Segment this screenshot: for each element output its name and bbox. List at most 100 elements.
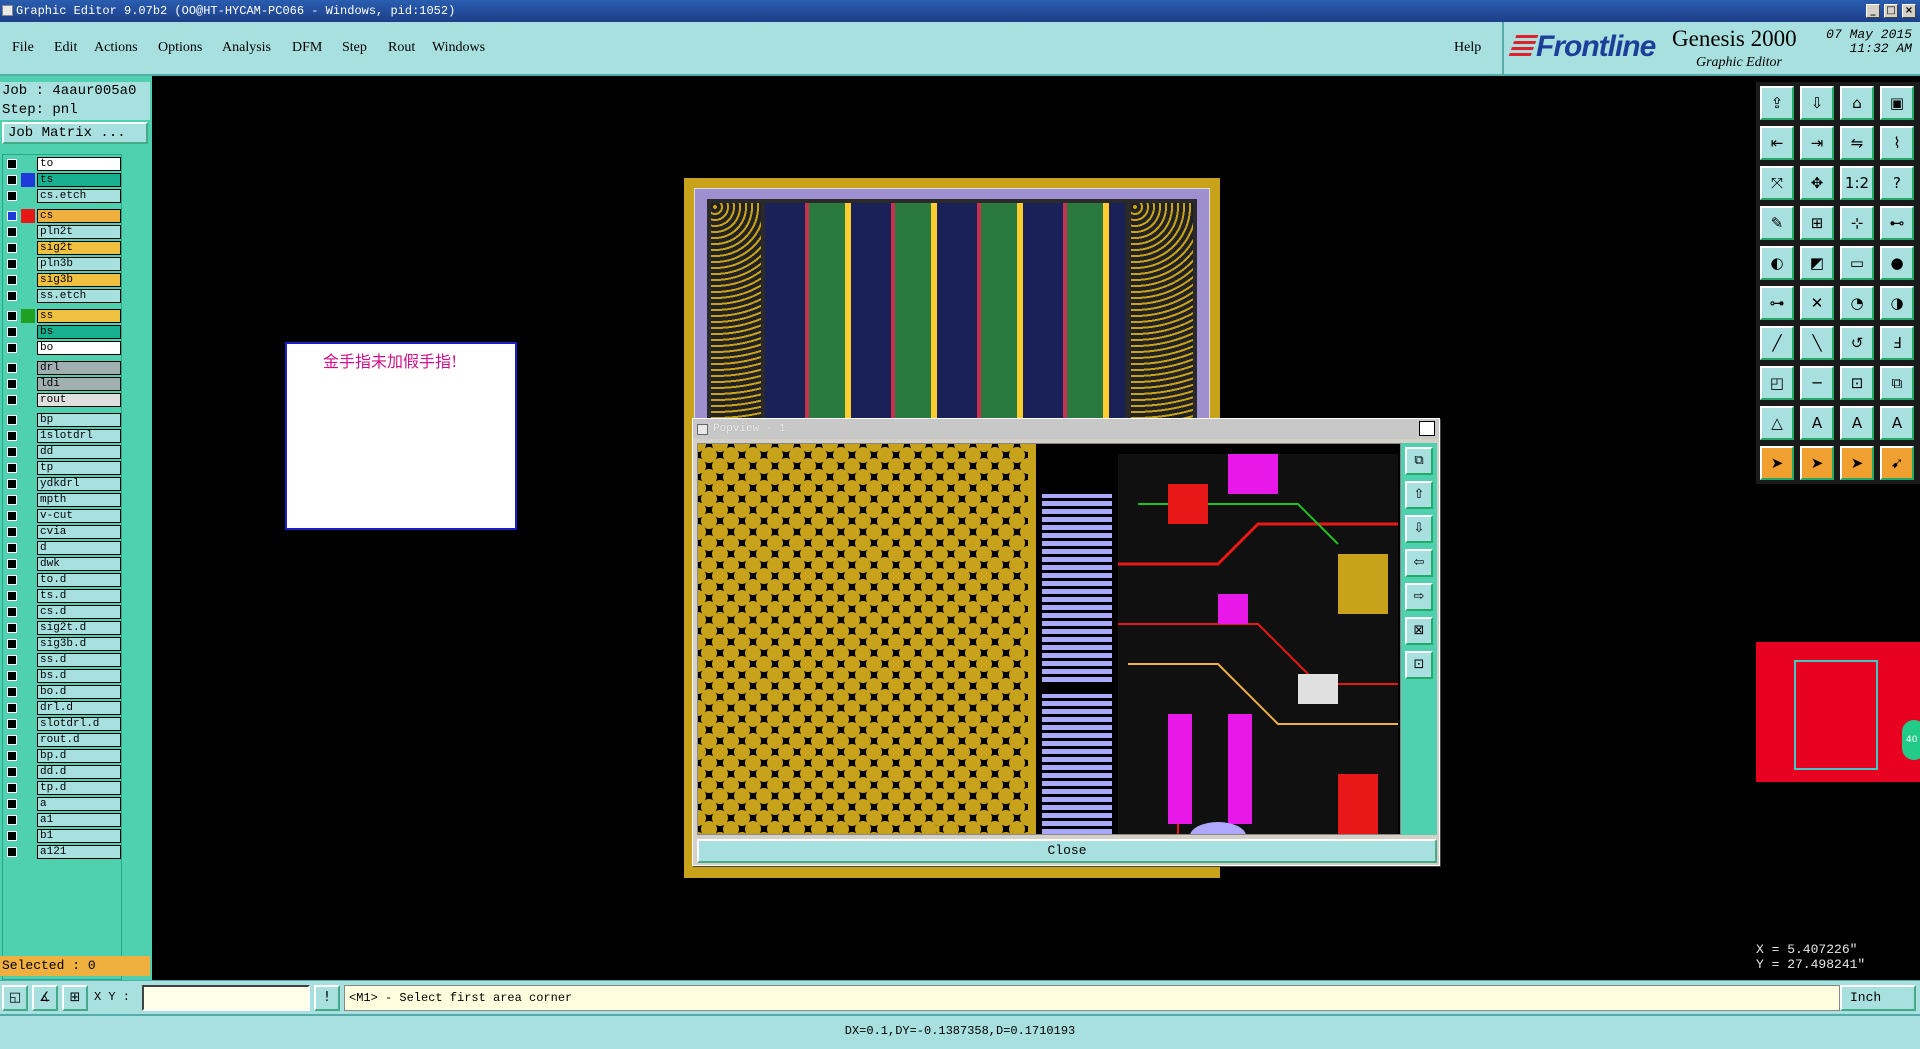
popview-up-icon[interactable]: ⇧ [1405, 481, 1433, 509]
layer-row[interactable]: rout [3, 393, 121, 407]
layer-checkbox[interactable] [7, 671, 17, 681]
dot-icon[interactable]: ● [1880, 246, 1914, 280]
menu-edit[interactable]: Edit [54, 40, 77, 56]
layer-checkbox[interactable] [7, 175, 17, 185]
layer-row[interactable]: pln3b [3, 257, 121, 271]
layer-checkbox[interactable] [7, 543, 17, 553]
layer-row[interactable]: rout.d [3, 733, 121, 747]
layer-row[interactable]: 1slotdrl [3, 429, 121, 443]
layer-checkbox[interactable] [7, 211, 17, 221]
layer-checkbox[interactable] [7, 783, 17, 793]
triangle-a-icon[interactable]: A [1800, 406, 1834, 440]
select-node-icon[interactable]: ◰ [1760, 366, 1794, 400]
popview-zoom-out-icon[interactable]: ⊡ [1405, 651, 1433, 679]
snap-mode-icon[interactable]: ◱ [2, 985, 28, 1011]
pad-icon[interactable]: ◐ [1760, 246, 1794, 280]
layer-checkbox[interactable] [7, 719, 17, 729]
layer-row[interactable]: bs.d [3, 669, 121, 683]
swap-icon[interactable]: ⇋ [1840, 126, 1874, 160]
layer-checkbox[interactable] [7, 767, 17, 777]
zoom-move-icon[interactable]: ✥ [1800, 166, 1834, 200]
layer-checkbox[interactable] [7, 559, 17, 569]
popview-canvas[interactable] [697, 443, 1401, 835]
one-to-one-icon[interactable]: 1:2 [1840, 166, 1874, 200]
layer-row[interactable]: sig3b [3, 273, 121, 287]
popview-zoom-in-icon[interactable]: ⊠ [1405, 617, 1433, 645]
layer-checkbox[interactable] [7, 343, 17, 353]
layer-checkbox[interactable] [7, 607, 17, 617]
layer-row[interactable]: cs.etch [3, 189, 121, 203]
layer-row[interactable]: ss.etch [3, 289, 121, 303]
layer-checkbox[interactable] [7, 311, 17, 321]
popview-close-icon[interactable]: × [1419, 421, 1435, 436]
line-node-icon[interactable]: ◑ [1880, 286, 1914, 320]
layer-row[interactable]: b1 [3, 829, 121, 843]
menu-analysis[interactable]: Analysis [222, 40, 271, 56]
layer-checkbox[interactable] [7, 591, 17, 601]
layer-checkbox[interactable] [7, 431, 17, 441]
xy-input[interactable] [142, 985, 310, 1011]
layer-row[interactable]: ydkdrl [3, 477, 121, 491]
grid-icon[interactable]: ⊞ [1800, 206, 1834, 240]
pointer-select-icon[interactable]: ➤ [1800, 446, 1834, 480]
menu-dfm[interactable]: DFM [292, 40, 322, 56]
line-add-icon[interactable]: ╱ [1760, 326, 1794, 360]
menu-step[interactable]: Step [342, 40, 367, 56]
layer-row[interactable]: drl [3, 361, 121, 375]
info-icon[interactable]: ! [314, 985, 340, 1011]
layer-checkbox[interactable] [7, 575, 17, 585]
layer-checkbox[interactable] [7, 395, 17, 405]
triangle-c-icon[interactable]: A [1880, 406, 1914, 440]
layer-list-scrollbar[interactable] [122, 154, 150, 980]
group-icon[interactable]: ⧉ [1880, 366, 1914, 400]
minimize-button[interactable]: _ [1866, 4, 1880, 18]
layer-row[interactable]: ldi [3, 377, 121, 391]
grid-mode-icon[interactable]: ⊞ [62, 985, 88, 1011]
layer-checkbox[interactable] [7, 159, 17, 169]
layer-row[interactable]: a1 [3, 813, 121, 827]
layer-row[interactable]: drl.d [3, 701, 121, 715]
layer-checkbox[interactable] [7, 191, 17, 201]
menu-actions[interactable]: Actions [94, 40, 138, 56]
popview-down-icon[interactable]: ⇩ [1405, 515, 1433, 543]
layer-checkbox[interactable] [7, 815, 17, 825]
layer-row[interactable]: sig2t.d [3, 621, 121, 635]
layer-checkbox[interactable] [7, 847, 17, 857]
shape-icon[interactable]: ◩ [1800, 246, 1834, 280]
layer-checkbox[interactable] [7, 495, 17, 505]
layer-row[interactable]: ss.d [3, 653, 121, 667]
pointer-edit-icon[interactable]: ➹ [1880, 446, 1914, 480]
layer-down-icon[interactable]: ⇩ [1800, 86, 1834, 120]
connect-icon[interactable]: ⊶ [1760, 286, 1794, 320]
pointer-rotate-icon[interactable]: ➤ [1840, 446, 1874, 480]
layer-row[interactable]: ts [3, 173, 121, 187]
diag-line-icon[interactable]: ╲ [1800, 326, 1834, 360]
triangle-b-icon[interactable]: A [1840, 406, 1874, 440]
layer-checkbox[interactable] [7, 415, 17, 425]
angle-mode-icon[interactable]: ∡ [32, 985, 58, 1011]
layer-row[interactable]: bs [3, 325, 121, 339]
layer-row[interactable]: dd.d [3, 765, 121, 779]
home-icon[interactable]: ⌂ [1840, 86, 1874, 120]
layer-row[interactable]: v-cut [3, 509, 121, 523]
popview-close-button[interactable]: Close [697, 839, 1437, 863]
job-matrix-button[interactable]: Job Matrix ... [2, 122, 148, 144]
pointer-icon[interactable]: ➤ [1760, 446, 1794, 480]
menu-rout[interactable]: Rout [388, 40, 415, 56]
overview-thumbnail[interactable] [1756, 642, 1920, 782]
layer-row[interactable]: bo [3, 341, 121, 355]
menu-options[interactable]: Options [158, 40, 202, 56]
curve-icon[interactable]: ↺ [1840, 326, 1874, 360]
layer-row[interactable]: bp [3, 413, 121, 427]
layer-checkbox[interactable] [7, 751, 17, 761]
layer-checkbox[interactable] [7, 463, 17, 473]
popview-fit-icon[interactable]: ⧉ [1405, 447, 1433, 475]
layer-checkbox[interactable] [7, 735, 17, 745]
layer-checkbox[interactable] [7, 687, 17, 697]
layer-checkbox[interactable] [7, 511, 17, 521]
arc-node-icon[interactable]: ◔ [1840, 286, 1874, 320]
popview-left-icon[interactable]: ⇦ [1405, 549, 1433, 577]
layer-checkbox[interactable] [7, 479, 17, 489]
layer-checkbox[interactable] [7, 243, 17, 253]
layer-row[interactable]: a [3, 797, 121, 811]
